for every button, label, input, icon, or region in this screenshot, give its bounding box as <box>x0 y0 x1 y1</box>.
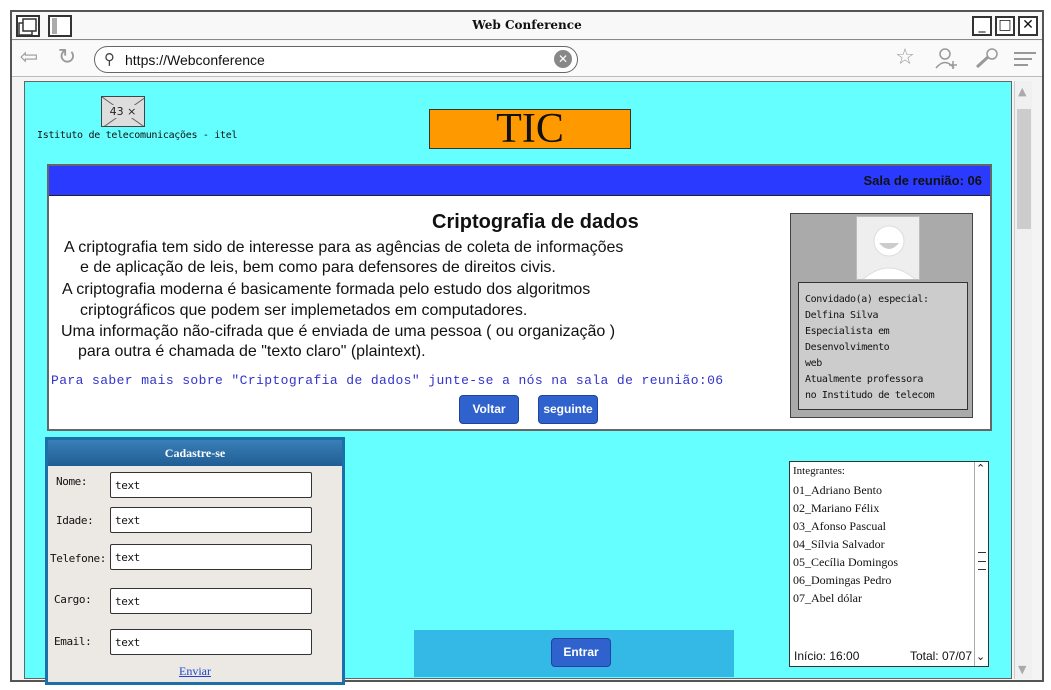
members-list: Integrantes: 01_Adriano Bento 02_Mariano… <box>789 461 989 667</box>
close-icon[interactable]: ✕ <box>1018 16 1038 36</box>
list-item[interactable]: 05_Cecília Domingos <box>793 553 898 571</box>
paragraph-line: Uma informação não-cifrada que é enviada… <box>61 323 616 340</box>
email-label: Email: <box>54 635 92 648</box>
paragraph-line: para outra é chamada de "texto claro" (p… <box>78 343 426 360</box>
wrench-icon[interactable] <box>974 47 1000 71</box>
search-icon: ⚲ <box>104 50 115 68</box>
scroll-up-icon[interactable]: ⌃ <box>976 462 985 475</box>
window-title: Web Conference <box>472 18 582 32</box>
role-input[interactable]: text <box>110 588 312 614</box>
next-button[interactable]: seguinte <box>538 395 598 424</box>
guest-line: Convidado(a) especial: <box>805 294 929 305</box>
scroll-thumb[interactable] <box>1017 109 1031 229</box>
guest-line: Especialista em <box>805 326 890 337</box>
page-scrollbar[interactable]: ▲ ▼ <box>1014 81 1032 679</box>
browser-window: Web Conference _ □ ✕ ⇦ ↻ ⚲ https://Webco… <box>10 10 1044 685</box>
name-input[interactable]: text <box>110 472 312 498</box>
guest-line: no Institudo de telecom <box>805 390 935 401</box>
scroll-up-icon[interactable]: ▲ <box>1018 85 1026 98</box>
add-user-icon[interactable] <box>934 47 960 71</box>
list-item[interactable]: 07_Abel dólar <box>793 589 898 607</box>
maximize-icon[interactable]: □ <box>995 16 1015 36</box>
room-panel: Sala de reunião: 06 Criptografia de dado… <box>47 164 992 431</box>
start-time: Início: 16:00 <box>794 649 860 663</box>
age-input[interactable]: text <box>110 507 312 533</box>
url-text: https://Webconference <box>125 52 265 68</box>
guest-line: web <box>805 358 822 369</box>
list-item[interactable]: 06_Domingas Pedro <box>793 571 898 589</box>
role-label: Cargo: <box>54 593 92 606</box>
minimize-icon[interactable]: _ <box>972 16 992 36</box>
reload-icon[interactable]: ↻ <box>54 47 80 71</box>
members-header: Integrantes: <box>793 465 845 477</box>
room-label: Sala de reunião: 06 <box>863 173 983 188</box>
banner-title: TIC <box>429 108 631 150</box>
send-link[interactable]: Enviar <box>48 664 342 679</box>
page-viewport: 43 × 31 Istituto de telecomunicações - i… <box>24 81 1012 685</box>
guest-line: Delfina Silva <box>805 310 879 321</box>
paragraph-line: e de aplicação de leis, bem como para de… <box>80 259 556 276</box>
enter-button[interactable]: Entrar <box>551 638 611 667</box>
avatar-icon <box>856 216 920 280</box>
list-item[interactable]: 04_Sílvia Salvador <box>793 535 898 553</box>
phone-label: Telefone: <box>50 552 107 565</box>
address-bar[interactable]: ⚲ https://Webconference ✕ <box>94 46 578 73</box>
email-input[interactable]: text <box>110 629 312 655</box>
back-arrow-icon[interactable]: ⇦ <box>16 47 42 71</box>
members-scrollbar[interactable]: ⌃ ⌄ <box>974 462 988 666</box>
phone-input[interactable]: text <box>110 544 312 570</box>
menu-icon[interactable] <box>1012 47 1038 71</box>
browser-toolbar: ⇦ ↻ ⚲ https://Webconference ✕ ☆ <box>12 41 1042 77</box>
clear-url-icon[interactable]: ✕ <box>554 50 572 68</box>
title-bar: Web Conference _ □ ✕ <box>12 12 1042 40</box>
enter-bar: Entrar <box>414 630 734 677</box>
scroll-down-icon[interactable]: ⌄ <box>976 650 985 663</box>
age-label: Idade: <box>56 514 94 527</box>
members-items: 01_Adriano Bento 02_Mariano Félix 03_Afo… <box>793 481 898 607</box>
room-header-bar: Sala de reunião: 06 <box>49 166 990 196</box>
paragraph-line: A criptografia moderna é basicamente for… <box>62 281 591 298</box>
guest-line: Atualmente professora <box>805 374 924 385</box>
members-footer: Início: 16:00 Total: 07/07 <box>794 649 972 663</box>
form-title: Cadastre-se <box>48 440 342 466</box>
scroll-grip-icon[interactable] <box>978 552 986 570</box>
list-item[interactable]: 03_Afonso Pascual <box>793 517 898 535</box>
join-invitation: Para saber mais sobre "Criptografia de d… <box>51 373 724 388</box>
total-count: Total: 07/07 <box>909 649 972 663</box>
paragraph-line: A criptografia tem sido de interesse par… <box>64 239 624 256</box>
list-item[interactable]: 01_Adriano Bento <box>793 481 898 499</box>
scroll-down-icon[interactable]: ▼ <box>1018 663 1026 676</box>
star-icon[interactable]: ☆ <box>892 47 918 71</box>
guest-card: Convidado(a) especial: Delfina Silva Esp… <box>790 213 973 418</box>
guest-info: Convidado(a) especial: Delfina Silva Esp… <box>798 282 968 410</box>
back-button[interactable]: Voltar <box>459 395 519 424</box>
list-item[interactable]: 02_Mariano Félix <box>793 499 898 517</box>
room-title: Criptografia de dados <box>432 211 639 233</box>
paragraph-line: criptográficos que podem ser implemetado… <box>80 302 528 319</box>
name-label: Nome: <box>56 475 88 488</box>
guest-line: Desenvolvimento <box>805 342 890 353</box>
org-name: Istituto de telecomunicações - itel <box>37 130 238 141</box>
logo-image: 43 × 31 <box>101 96 145 127</box>
signup-form: Cadastre-se Nome: text Idade: text Telef… <box>45 437 345 685</box>
